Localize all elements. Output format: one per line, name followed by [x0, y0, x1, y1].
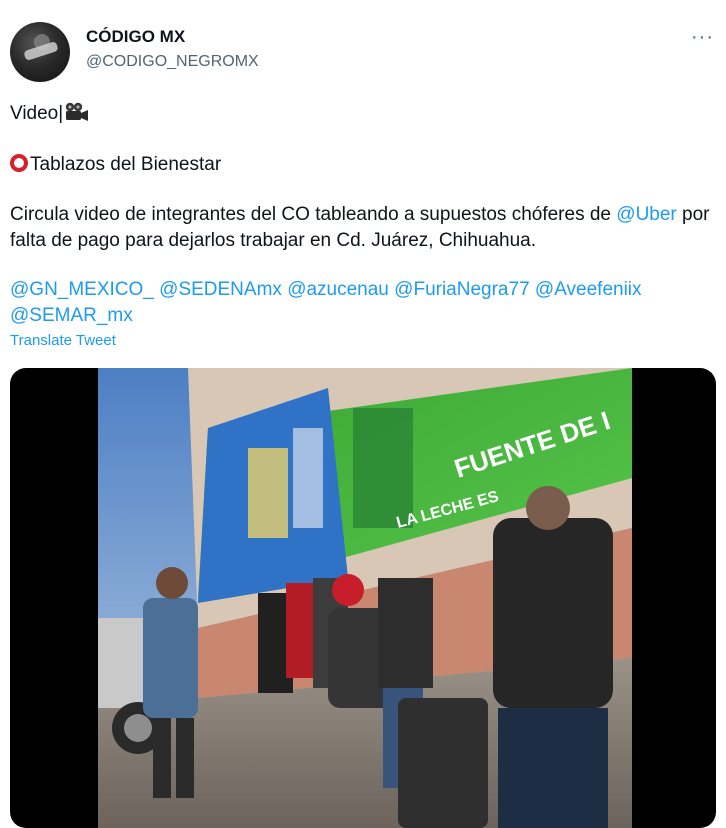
video-frame[interactable]: FUENTE DE I LA LECHE ES — [98, 368, 632, 828]
headline-text: Tablazos del Bienestar — [30, 154, 222, 175]
video-label: Video| — [10, 103, 64, 124]
author-handle[interactable]: @CODIGO_NEGROMX — [86, 53, 259, 71]
mention-gn-mexico[interactable]: @GN_MEXICO_ — [10, 279, 154, 300]
mention-sedena[interactable]: @SEDENAmx — [159, 279, 282, 300]
tweet-body: Circula video de integrantes del CO tabl… — [10, 202, 716, 254]
author-name[interactable]: CÓDIGO MX — [86, 27, 185, 47]
mention-furianegra[interactable]: @FuriaNegra77 — [394, 279, 529, 300]
mentions-list: @GN_MEXICO_ @SEDENAmx @azucenau @FuriaNe… — [10, 277, 716, 329]
headline-line: Tablazos del Bienestar — [10, 152, 716, 178]
video-label-line: Video| — [10, 101, 716, 130]
video-player[interactable]: FUENTE DE I LA LECHE ES — [10, 368, 716, 828]
movie-camera-icon — [63, 102, 89, 130]
mention-semar[interactable]: @SEMAR_mx — [10, 305, 133, 326]
mention-uber[interactable]: @Uber — [616, 204, 676, 225]
video-still: FUENTE DE I LA LECHE ES — [98, 368, 632, 828]
author-avatar[interactable] — [10, 22, 70, 82]
body-text-start: Circula video de integrantes del CO tabl… — [10, 204, 611, 225]
red-circle-icon — [10, 154, 28, 172]
translate-tweet-link[interactable]: Translate Tweet — [10, 332, 116, 349]
more-horizontal-icon[interactable]: ··· — [691, 26, 714, 49]
mention-aveefeniix[interactable]: @Aveefeniix — [535, 279, 642, 300]
mention-azucenau[interactable]: @azucenau — [287, 279, 389, 300]
